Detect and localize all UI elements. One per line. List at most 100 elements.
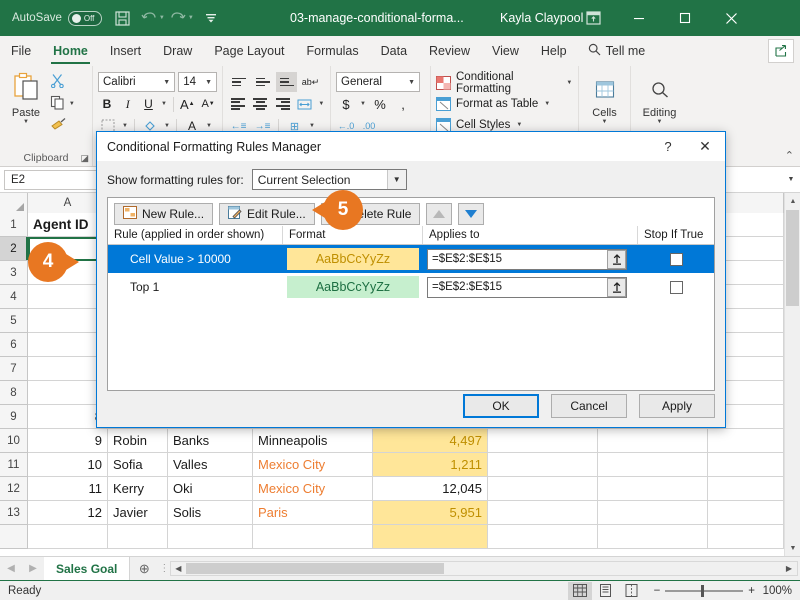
cell-F11[interactable]	[488, 453, 598, 477]
next-sheet-icon[interactable]: ▶	[22, 557, 44, 580]
cell-H13[interactable]	[708, 501, 784, 525]
row-header-1[interactable]: 1	[0, 213, 28, 237]
zoom-control[interactable]: − + 100%	[654, 584, 792, 597]
close-icon[interactable]: ✕	[685, 138, 725, 155]
cell-D13[interactable]: Paris	[253, 501, 373, 525]
ribbon-display-options-icon[interactable]	[570, 0, 616, 36]
page-break-preview-icon[interactable]	[620, 582, 644, 600]
sheet-tab-sales-goal[interactable]: Sales Goal	[44, 557, 131, 580]
tab-data[interactable]: Data	[370, 36, 418, 66]
ok-button[interactable]: OK	[463, 394, 539, 418]
tab-review[interactable]: Review	[418, 36, 481, 66]
row-header-6[interactable]: 6	[0, 333, 28, 357]
cell-G13[interactable]	[598, 501, 708, 525]
cell-G12[interactable]	[598, 477, 708, 501]
row-header-13[interactable]: 13	[0, 501, 28, 525]
copy-dropdown-icon[interactable]: ▼	[68, 101, 76, 107]
move-down-button[interactable]	[458, 202, 485, 225]
stop-if-true-checkbox[interactable]	[669, 280, 683, 294]
horizontal-scroll-thumb[interactable]	[186, 563, 445, 574]
previous-sheet-icon[interactable]: ◀	[0, 557, 22, 580]
tab-insert[interactable]: Insert	[99, 36, 152, 66]
copy-button[interactable]: ▼	[47, 95, 87, 113]
autosave-switch[interactable]: Off	[67, 10, 102, 26]
tab-page-layout[interactable]: Page Layout	[203, 36, 295, 66]
accounting-format-icon[interactable]: $	[336, 94, 356, 114]
cell-A11[interactable]: 10	[28, 453, 108, 477]
tab-file[interactable]: File	[0, 36, 42, 66]
chevron-down-icon[interactable]: ▼	[386, 170, 406, 189]
cell-C13[interactable]: Solis	[168, 501, 253, 525]
cell-H10[interactable]	[708, 429, 784, 453]
cell-F10[interactable]	[488, 429, 598, 453]
clipboard-dialog-launcher[interactable]: ◪	[78, 153, 89, 164]
align-center-icon[interactable]	[250, 94, 269, 114]
rule-2-range-input[interactable]: =$E$2:$E$15	[427, 276, 627, 298]
cell-G11[interactable]	[598, 453, 708, 477]
cell-E12[interactable]: 12,045	[373, 477, 488, 501]
number-format-combo[interactable]: General ▼	[336, 72, 420, 92]
rule-1-stop-if-true[interactable]	[638, 245, 714, 273]
move-up-button[interactable]	[426, 202, 453, 225]
maximize-icon[interactable]	[662, 0, 708, 36]
normal-view-icon[interactable]	[567, 581, 592, 600]
cell-C14[interactable]	[168, 525, 253, 549]
cancel-button[interactable]: Cancel	[551, 394, 627, 418]
zoom-out-button[interactable]: −	[654, 585, 661, 597]
cell-A12[interactable]: 11	[28, 477, 108, 501]
rule-2-stop-if-true[interactable]	[638, 273, 714, 301]
row-header-11[interactable]: 11	[0, 453, 28, 477]
align-middle-icon[interactable]	[252, 72, 273, 92]
align-bottom-icon[interactable]	[276, 72, 297, 92]
cell-A13[interactable]: 12	[28, 501, 108, 525]
zoom-in-button[interactable]: +	[748, 585, 755, 597]
row-header-3[interactable]: 3	[0, 261, 28, 285]
scroll-down-icon[interactable]: ▼	[785, 540, 800, 556]
cell-D11[interactable]: Mexico City	[253, 453, 373, 477]
conditional-formatting-button[interactable]: Conditional Formatting ▼	[436, 71, 573, 95]
share-icon[interactable]	[768, 39, 794, 63]
bold-button[interactable]: B	[98, 94, 116, 114]
format-painter-button[interactable]	[47, 117, 87, 135]
rule-1-format[interactable]: AaBbCcYyZz	[283, 245, 423, 273]
cell-C12[interactable]: Oki	[168, 477, 253, 501]
increase-font-size-button[interactable]: A ▲	[178, 94, 196, 114]
underline-button[interactable]: U	[140, 94, 158, 114]
cell-F13[interactable]	[488, 501, 598, 525]
vertical-scroll-thumb[interactable]	[786, 210, 799, 306]
cell-E14[interactable]	[373, 525, 488, 549]
align-top-icon[interactable]	[228, 72, 249, 92]
merge-dropdown-icon[interactable]: ▼	[308, 123, 316, 129]
rule-2-format[interactable]: AaBbCcYyZz	[283, 273, 423, 301]
tab-split-handle[interactable]: ⋮	[158, 557, 170, 580]
row-header-7[interactable]: 7	[0, 357, 28, 381]
range-picker-icon[interactable]	[607, 249, 626, 269]
add-sheet-icon[interactable]: ⊕	[130, 557, 158, 580]
row-header-5[interactable]: 5	[0, 309, 28, 333]
format-as-table-button[interactable]: Format as Table ▼	[436, 93, 573, 114]
cell-A14[interactable]	[28, 525, 108, 549]
customize-quick-access-icon[interactable]	[198, 5, 224, 31]
horizontal-scrollbar[interactable]: ◀ ▶	[170, 561, 798, 576]
rule-1-range-input[interactable]: =$E$2:$E$15	[427, 248, 627, 270]
tab-draw[interactable]: Draw	[152, 36, 203, 66]
row-header-14[interactable]	[0, 525, 28, 549]
align-right-icon[interactable]	[273, 94, 292, 114]
cell-D10[interactable]: Minneapolis	[253, 429, 373, 453]
edit-rule-button[interactable]: Edit Rule...	[219, 202, 315, 225]
rule-row-2[interactable]: Top 1 AaBbCcYyZz =$E$2:$E$15	[108, 273, 714, 301]
tab-view[interactable]: View	[481, 36, 530, 66]
scroll-up-icon[interactable]: ▲	[785, 193, 800, 209]
row-header-8[interactable]: 8	[0, 381, 28, 405]
chevron-down-icon[interactable]: ▼	[515, 122, 523, 128]
fill-color-dropdown-icon[interactable]: ▼	[163, 123, 171, 129]
cell-D12[interactable]: Mexico City	[253, 477, 373, 501]
text-orientation-icon[interactable]: ab↵	[300, 72, 321, 92]
cell-A10[interactable]: 9	[28, 429, 108, 453]
row-header-9[interactable]: 9	[0, 405, 28, 429]
rule-2-applies-to[interactable]: =$E$2:$E$15	[423, 273, 638, 301]
select-all-corner[interactable]	[0, 193, 28, 213]
cell-G14[interactable]	[598, 525, 708, 549]
cell-F12[interactable]	[488, 477, 598, 501]
decrease-font-size-button[interactable]: A ▼	[199, 94, 217, 114]
